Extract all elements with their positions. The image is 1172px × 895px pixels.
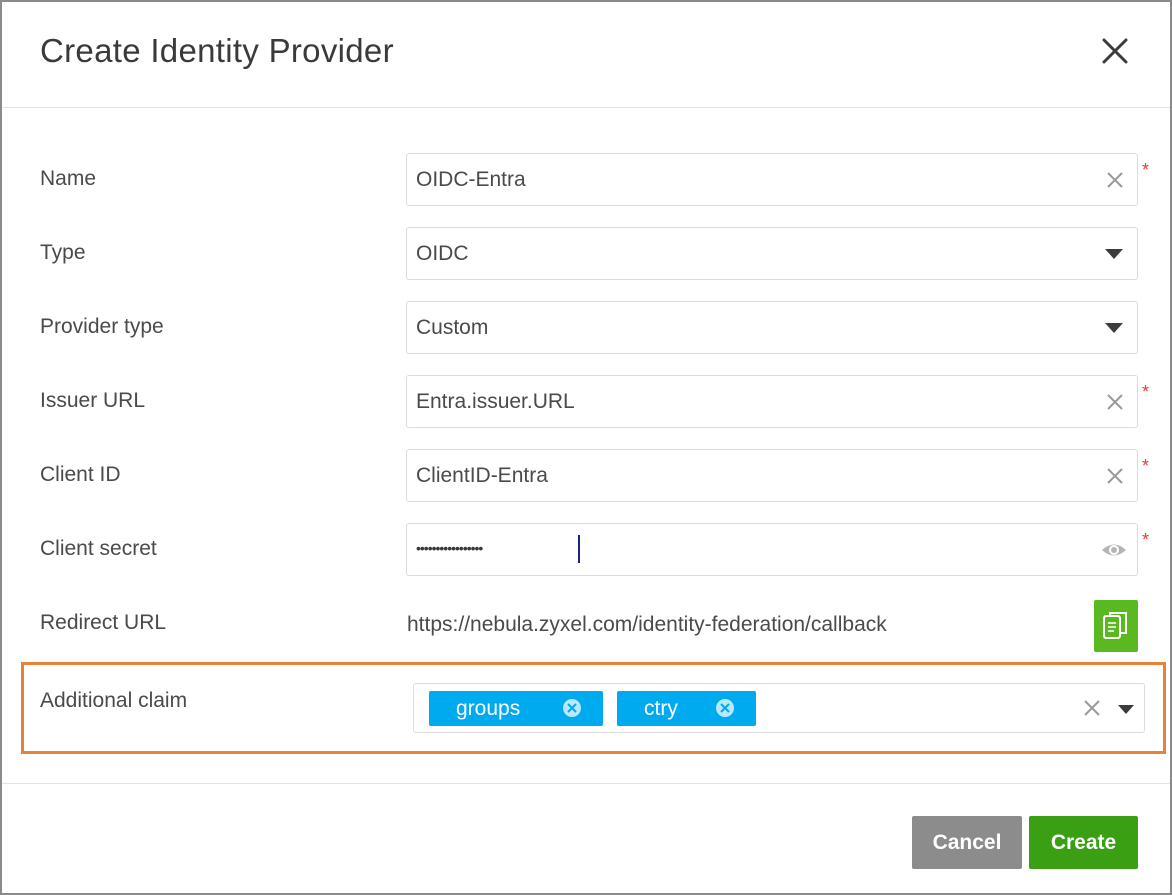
client-secret-value: ••••••••••••••••• <box>416 540 483 556</box>
type-select[interactable]: OIDC <box>406 227 1138 280</box>
clear-icon[interactable] <box>1105 392 1125 412</box>
additional-claim-label: Additional claim <box>40 689 188 712</box>
copy-button[interactable] <box>1094 600 1138 652</box>
clear-icon[interactable] <box>1082 698 1102 718</box>
chevron-down-icon[interactable] <box>1118 705 1134 714</box>
type-value: OIDC <box>416 242 469 265</box>
remove-tag-icon[interactable] <box>562 698 582 718</box>
cancel-button[interactable]: Cancel <box>912 816 1022 869</box>
eye-icon[interactable] <box>1100 539 1128 561</box>
required-marker: * <box>1142 530 1150 550</box>
required-marker: * <box>1142 382 1150 402</box>
text-cursor <box>578 535 580 563</box>
tag-label: ctry <box>644 697 678 720</box>
dialog-header: Create Identity Provider <box>2 2 1170 108</box>
client-id-value: ClientID-Entra <box>416 464 548 487</box>
tag-ctry: ctry <box>617 691 756 726</box>
provider-type-value: Custom <box>416 316 489 339</box>
tag-label: groups <box>456 697 521 720</box>
tag-groups: groups <box>429 691 603 726</box>
copy-icon <box>1103 612 1127 639</box>
clear-icon[interactable] <box>1105 170 1125 190</box>
client-id-input[interactable]: ClientID-Entra <box>406 449 1138 502</box>
name-value: OIDC-Entra <box>416 168 526 191</box>
required-marker: * <box>1142 456 1150 476</box>
dialog-title: Create Identity Provider <box>40 32 394 69</box>
chevron-down-icon[interactable] <box>1105 249 1123 259</box>
type-label: Type <box>40 241 86 264</box>
redirect-url-label: Redirect URL <box>40 611 167 634</box>
name-input[interactable]: OIDC-Entra <box>406 153 1138 206</box>
client-secret-input[interactable]: ••••••••••••••••• <box>406 523 1138 576</box>
issuer-url-label: Issuer URL <box>40 389 146 412</box>
redirect-url-value: https://nebula.zyxel.com/identity-federa… <box>407 613 887 636</box>
remove-tag-icon[interactable] <box>715 698 735 718</box>
provider-type-label: Provider type <box>40 315 164 338</box>
close-icon[interactable] <box>1098 34 1132 68</box>
create-identity-provider-dialog: Create Identity Provider Name OIDC-Entra… <box>0 0 1172 895</box>
additional-claim-select[interactable]: groups ctry <box>413 683 1145 733</box>
provider-type-select[interactable]: Custom <box>406 301 1138 354</box>
clear-icon[interactable] <box>1105 466 1125 486</box>
footer-divider <box>2 783 1170 784</box>
client-id-label: Client ID <box>40 463 121 486</box>
create-button[interactable]: Create <box>1029 816 1138 869</box>
required-marker: * <box>1142 160 1150 180</box>
issuer-url-input[interactable]: Entra.issuer.URL <box>406 375 1138 428</box>
chevron-down-icon[interactable] <box>1105 323 1123 333</box>
client-secret-label: Client secret <box>40 537 157 560</box>
name-label: Name <box>40 167 97 190</box>
issuer-url-value: Entra.issuer.URL <box>416 390 575 413</box>
